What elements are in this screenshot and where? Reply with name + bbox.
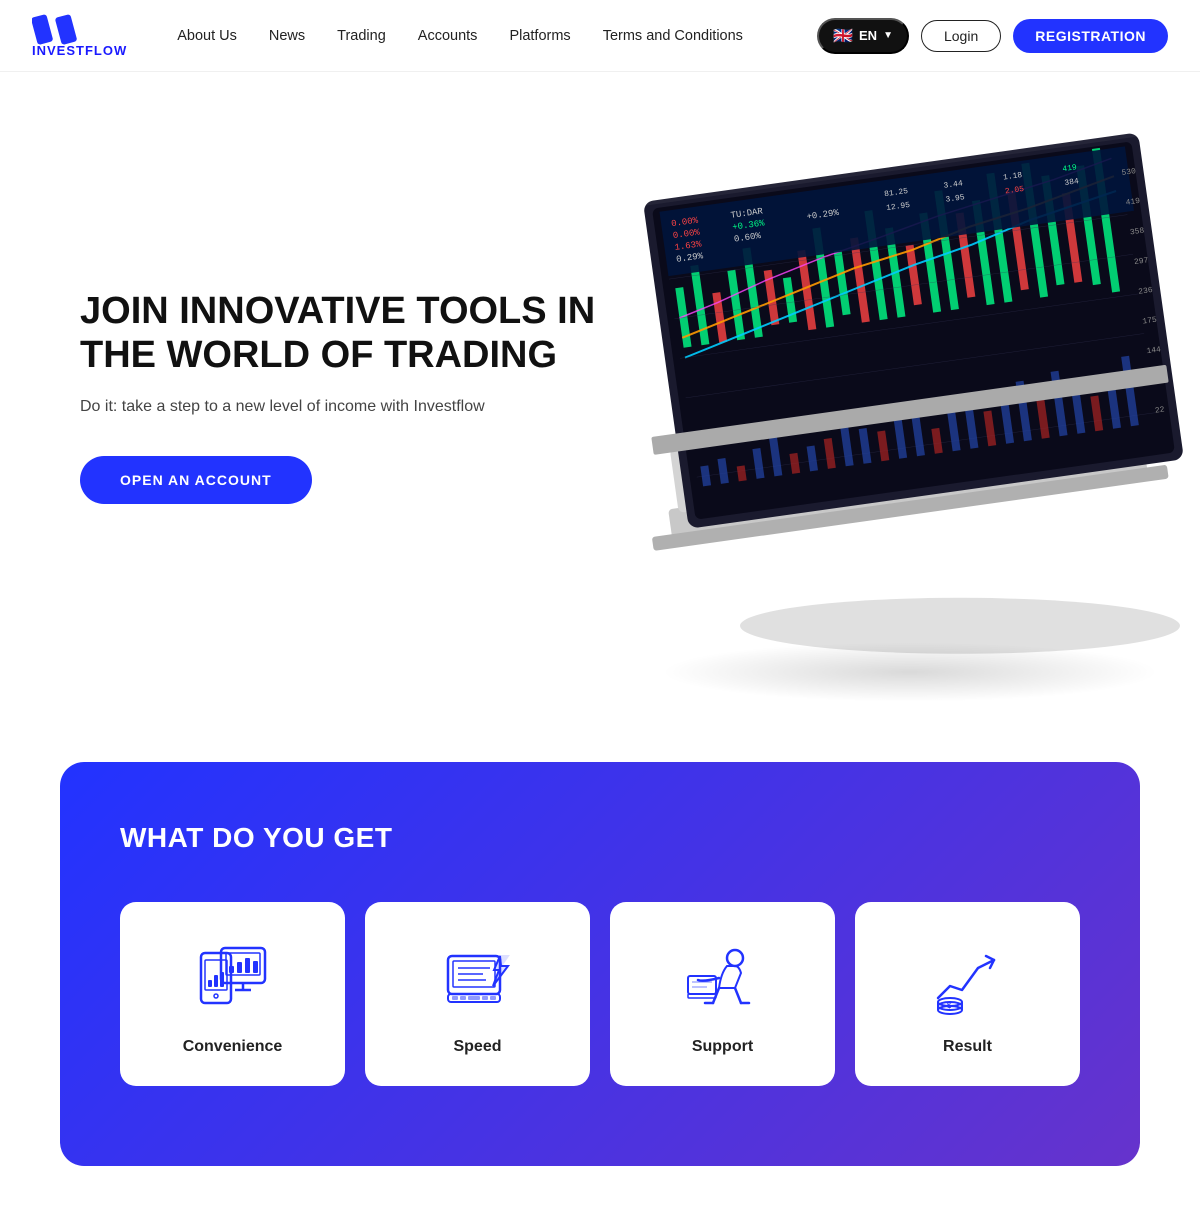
feature-label-support: Support — [692, 1038, 753, 1056]
main-nav: About Us News Trading Accounts Platforms… — [163, 20, 817, 52]
svg-text:22: 22 — [1154, 405, 1165, 415]
hero-section: JOIN INNOVATIVE TOOLS IN THE WORLD OF TR… — [0, 72, 1200, 722]
logo-text: INVESTFLOW — [32, 43, 127, 58]
feature-card-result: $ Result — [855, 902, 1080, 1086]
logo-icon — [32, 13, 96, 45]
flag-icon: 🇬🇧 — [833, 26, 853, 46]
hero-title: JOIN INNOVATIVE TOOLS IN THE WORLD OF TR… — [80, 290, 620, 377]
support-icon — [683, 938, 763, 1018]
feature-card-support: Support — [610, 902, 835, 1086]
nav-accounts[interactable]: Accounts — [404, 20, 492, 52]
hero-content: JOIN INNOVATIVE TOOLS IN THE WORLD OF TR… — [0, 210, 620, 583]
feature-card-convenience: Convenience — [120, 902, 345, 1086]
login-button[interactable]: Login — [921, 20, 1001, 52]
convenience-icon — [193, 938, 273, 1018]
nav-about-us[interactable]: About Us — [163, 20, 251, 52]
features-wrapper: WHAT DO YOU GET — [0, 722, 1200, 1226]
nav-news[interactable]: News — [255, 20, 319, 52]
header: INVESTFLOW About Us News Trading Account… — [0, 0, 1200, 72]
result-icon: $ — [928, 938, 1008, 1018]
nav-terms[interactable]: Terms and Conditions — [589, 20, 757, 52]
laptop-svg: 0.00% TU:DAR 0.00% +0.36% +0.29% 1.63% 0… — [590, 106, 1200, 666]
feature-label-result: Result — [943, 1038, 992, 1056]
feature-label-speed: Speed — [453, 1038, 501, 1056]
chevron-down-icon: ▼ — [883, 30, 893, 41]
logo[interactable]: INVESTFLOW — [32, 13, 127, 58]
header-actions: 🇬🇧 EN ▼ Login REGISTRATION — [817, 18, 1168, 54]
speed-icon — [438, 938, 518, 1018]
lang-label: EN — [859, 28, 877, 43]
nav-trading[interactable]: Trading — [323, 20, 400, 52]
hero-laptop-image: 0.00% TU:DAR 0.00% +0.36% +0.29% 1.63% 0… — [590, 106, 1200, 666]
feature-label-convenience: Convenience — [183, 1038, 283, 1056]
feature-card-speed: Speed — [365, 902, 590, 1086]
features-section: WHAT DO YOU GET — [60, 762, 1140, 1166]
nav-platforms[interactable]: Platforms — [495, 20, 584, 52]
registration-button[interactable]: REGISTRATION — [1013, 19, 1168, 53]
features-title: WHAT DO YOU GET — [120, 822, 1080, 854]
features-grid: Convenience — [120, 902, 1080, 1086]
open-account-button[interactable]: OPEN AN ACCOUNT — [80, 456, 312, 504]
language-selector[interactable]: 🇬🇧 EN ▼ — [817, 18, 909, 54]
hero-subtitle: Do it: take a step to a new level of inc… — [80, 398, 620, 416]
svg-text:$: $ — [947, 1001, 952, 1010]
